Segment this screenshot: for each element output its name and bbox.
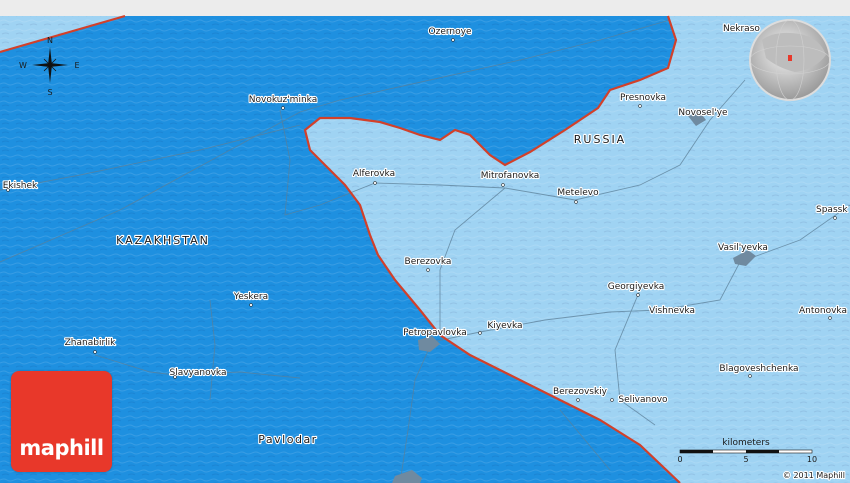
place-berezovka[interactable]: Berezovka [403, 256, 452, 268]
compass-west: W [19, 61, 27, 70]
place-spassk[interactable]: Spassk [815, 204, 850, 216]
place-presnovka[interactable]: Presnovka [619, 92, 667, 104]
place-berezovskiy[interactable]: Berezovskiy [552, 386, 609, 398]
compass-east: E [74, 61, 79, 70]
copyright-text: © 2011 Maphill [783, 471, 845, 480]
scale-tick-0: 0 [677, 455, 682, 464]
place-vishnevka[interactable]: Vishnevka [648, 305, 696, 317]
place-slavyanovka[interactable]: Slavyanovka [168, 367, 227, 379]
top-margin [0, 0, 850, 16]
scale-tick-10: 10 [807, 455, 817, 464]
place-mitrofanovka[interactable]: Mitrofanovka [480, 170, 541, 182]
logo-text: maphill [19, 436, 104, 460]
place-novoselye[interactable]: Novosel'ye [677, 107, 729, 119]
globe-locator-icon [749, 19, 831, 101]
compass-south: S [47, 88, 52, 97]
maphill-logo[interactable]: maphill [11, 371, 112, 472]
place-nekrasovka[interactable]: Nekraso [722, 23, 762, 35]
place-zhanabirlik[interactable]: Zhanabirlik [64, 337, 118, 349]
scale-tick-5: 5 [743, 455, 748, 464]
place-blagoveshchenka[interactable]: Blagoveshchenka [718, 363, 799, 375]
place-ozernoye[interactable]: Ozernoye [427, 26, 473, 38]
place-yeskera[interactable]: Yeskera [232, 291, 269, 303]
place-vasilyevka[interactable]: Vasil'yevka [717, 242, 769, 254]
place-antonovka[interactable]: Antonovka [798, 305, 848, 317]
region-label-pavlodar: Pavlodar [258, 433, 317, 446]
place-novokuzminka[interactable]: Novokuz'minka [248, 94, 319, 106]
compass-north: N [47, 36, 53, 45]
relief-map[interactable]: N E S W KAZAKHSTAN RUSSIA Pavlodar Ozern… [0, 0, 850, 483]
scale-title: kilometers [722, 438, 770, 448]
country-label-russia: RUSSIA [574, 133, 626, 146]
place-georgiyevka[interactable]: Georgiyevka [607, 281, 666, 293]
place-kiyevka[interactable]: Kiyevka [486, 320, 523, 332]
place-metelevo[interactable]: Metelevo [556, 187, 600, 199]
place-alferovka[interactable]: Alferovka [352, 168, 396, 180]
country-label-kazakhstan: KAZAKHSTAN [116, 234, 210, 247]
place-selivanovo[interactable]: Selivanovo [617, 394, 669, 406]
place-petropavlovka[interactable]: Petropavlovka [402, 327, 468, 339]
